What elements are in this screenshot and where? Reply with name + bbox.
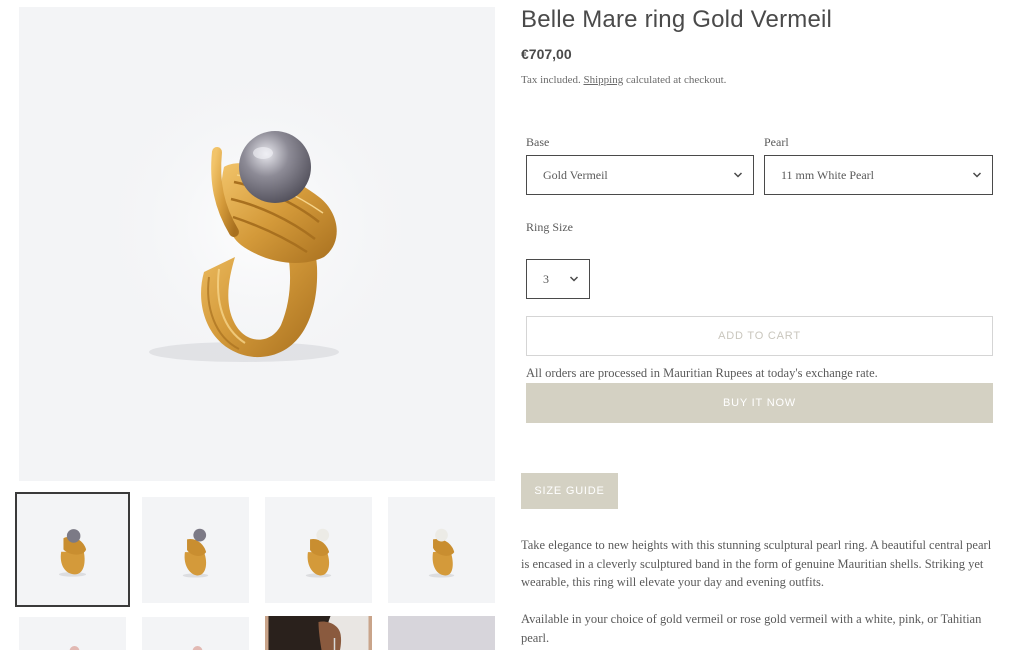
thumbnail-7[interactable]: [265, 616, 372, 650]
pearl-select-value: 11 mm White Pearl: [781, 167, 874, 182]
description-paragraph-2: Available in your choice of gold vermeil…: [521, 612, 982, 645]
chevron-down-icon: [972, 172, 982, 178]
thumbnail-4[interactable]: [388, 497, 495, 603]
ring-pink-pearl-thumb: [69, 646, 80, 650]
base-select-value: Gold Vermeil: [543, 167, 608, 182]
add-to-cart-button[interactable]: ADD TO CART: [526, 316, 993, 356]
shipping-link[interactable]: Shipping: [583, 74, 623, 86]
buy-it-now-button[interactable]: BUY IT NOW: [526, 383, 993, 423]
ring-size-value: 3: [543, 271, 549, 286]
main-product-image[interactable]: [19, 7, 495, 481]
description-paragraph-1: Take elegance to new heights with this s…: [521, 538, 992, 589]
ring-white-pearl-thumb: [305, 528, 332, 578]
tax-note: Tax included. Shipping calculated at che…: [521, 74, 726, 86]
base-label: Base: [526, 135, 550, 149]
thumbnail-1[interactable]: [15, 492, 130, 607]
ring-grey-pearl-thumb: [58, 529, 87, 577]
tax-suffix: calculated at checkout.: [623, 74, 727, 86]
pearl-label: Pearl: [764, 135, 789, 149]
thumbnail-8[interactable]: [388, 616, 495, 650]
ring-size-select[interactable]: 3: [526, 259, 590, 299]
product-title: Belle Mare ring Gold Vermeil: [521, 6, 833, 33]
thumbnail-2[interactable]: [142, 497, 249, 603]
ring-pink-pearl-side-thumb: [192, 646, 203, 650]
pearl-select[interactable]: 11 mm White Pearl: [764, 155, 993, 195]
ring-grey-pearl-side-thumb: [182, 528, 209, 578]
size-guide-button[interactable]: SIZE GUIDE: [521, 473, 618, 509]
thumbnail-6[interactable]: [142, 617, 249, 650]
product-price: €707,00: [521, 46, 572, 62]
ring-white-pearl-side-thumb: [428, 528, 455, 578]
ring-grey-pearl-image: [89, 72, 429, 412]
ring-size-label: Ring Size: [526, 220, 573, 234]
thumbnail-5[interactable]: [19, 617, 126, 650]
model-photo-thumb: [268, 616, 369, 650]
thumbnail-3[interactable]: [265, 497, 372, 603]
tax-prefix: Tax included.: [521, 74, 584, 86]
base-select[interactable]: Gold Vermeil: [526, 155, 754, 195]
chevron-down-icon: [733, 172, 743, 178]
currency-note: All orders are processed in Mauritian Ru…: [526, 366, 878, 380]
chevron-down-icon: [569, 276, 579, 282]
